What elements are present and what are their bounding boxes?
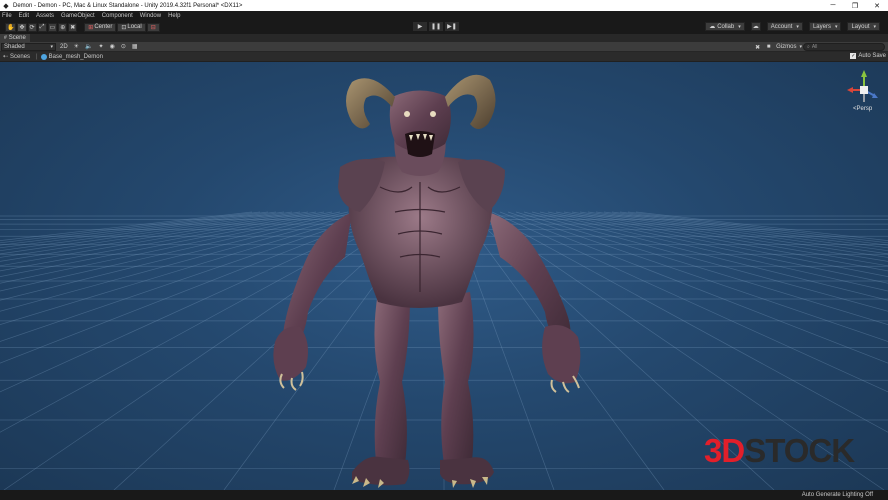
shading-mode-dropdown[interactable]: Shaded ▾ xyxy=(1,42,56,51)
shading-mode-label: Shaded xyxy=(4,43,25,50)
orientation-gizmo[interactable] xyxy=(843,68,885,120)
collab-label: Collab xyxy=(717,23,735,30)
pivot-icon: ⊞ xyxy=(88,24,94,31)
window-title-bar: ◆ Demon - Demon - PC, Mac & Linux Standa… xyxy=(0,0,888,11)
breadcrumb-item[interactable]: | Base_mesh_Demon xyxy=(33,53,103,60)
status-bar: Auto Generate Lighting Off xyxy=(0,490,888,500)
cloud-collab-icon: ☁ xyxy=(709,24,716,30)
chevron-down-icon: ▾ xyxy=(834,23,838,30)
lighting-icon[interactable]: ☀ xyxy=(72,43,81,51)
scene-toolbar: Shaded ▾ 2D ☀ 🔈 ✦ ◉ ⊙ ▦ ✖ ■ Gizmos ▾ ⌕ A… xyxy=(0,42,888,52)
collab-dropdown[interactable]: ☁ Collab ▾ xyxy=(705,22,745,31)
menu-edit[interactable]: Edit xyxy=(19,13,29,19)
main-toolbar: ✋ ✥ ⟳ ⤢ ▭ ⊕ ✖ ⊞ Center ⊡ Local ⊟ ▶ ❚❚ ▶❚ ☁… xyxy=(0,20,888,34)
tab-scene[interactable]: # Scene xyxy=(0,34,30,42)
auto-save-label: Auto Save xyxy=(858,53,886,59)
hidden-objects-icon[interactable]: ◉ xyxy=(108,43,117,51)
menu-help[interactable]: Help xyxy=(168,13,180,19)
scenes-icon: ⇠ xyxy=(3,54,9,60)
gizmos-dropdown[interactable]: Gizmos ▾ xyxy=(776,43,802,51)
effects-icon[interactable]: ✦ xyxy=(97,43,106,51)
scene-search-input[interactable]: ⌕ All xyxy=(803,43,885,51)
maximize-button[interactable]: ❐ xyxy=(844,0,866,11)
transform-tools: ✋ ✥ ⟳ ⤢ ▭ ⊕ ✖ xyxy=(4,22,78,32)
chevron-down-icon: ▾ xyxy=(50,43,53,50)
scene-tab-icon: # xyxy=(4,35,7,41)
pivot-local-button[interactable]: ⊡ Local xyxy=(117,22,146,32)
play-button[interactable]: ▶ xyxy=(413,22,427,31)
minimize-button[interactable]: ─ xyxy=(822,0,844,11)
prefab-icon xyxy=(40,53,47,60)
pivot-center-label: Center xyxy=(94,24,113,30)
layout-dropdown[interactable]: Layout ▾ xyxy=(847,22,880,31)
tab-scene-label: Scene xyxy=(8,35,26,41)
pause-button[interactable]: ❚❚ xyxy=(429,22,443,31)
menu-assets[interactable]: Assets xyxy=(36,13,54,19)
breadcrumb-root[interactable]: ⇠ Scenes xyxy=(3,53,31,61)
step-button[interactable]: ▶❚ xyxy=(445,22,459,31)
pivot-controls: ⊞ Center ⊡ Local ⊟ xyxy=(83,22,160,32)
search-placeholder: All xyxy=(811,44,818,50)
watermark-3d: 3D xyxy=(704,432,745,469)
status-text: Auto Generate Lighting Off xyxy=(801,492,873,498)
rect-icon[interactable]: ▭ xyxy=(47,22,58,32)
close-button[interactable]: ✕ xyxy=(866,0,888,11)
camera-icon[interactable]: ■ xyxy=(764,43,773,51)
breadcrumb-root-label: Scenes xyxy=(10,53,31,60)
scale-icon[interactable]: ⤢ xyxy=(37,22,47,32)
account-dropdown[interactable]: Account ▾ xyxy=(766,22,803,31)
chevron-down-icon: ▾ xyxy=(796,23,799,30)
grid-visibility-icon[interactable]: ▦ xyxy=(130,43,140,51)
move-icon[interactable]: ✥ xyxy=(17,22,27,32)
projection-label[interactable]: <Persp xyxy=(853,106,872,112)
local-icon: ⊡ xyxy=(121,24,127,31)
menu-gameobject[interactable]: GameObject xyxy=(61,13,95,19)
menu-file[interactable]: File xyxy=(2,13,12,19)
custom-tool-icon[interactable]: ✖ xyxy=(68,22,78,32)
chevron-down-icon: ▾ xyxy=(799,44,802,50)
menu-bar: File Edit Assets GameObject Component Wi… xyxy=(0,11,888,20)
auto-save-toggle[interactable]: ✓ Auto Save xyxy=(850,53,886,59)
breadcrumb-item-label: Base_mesh_Demon xyxy=(48,53,103,60)
breadcrumb-separator: | xyxy=(36,53,38,60)
menu-window[interactable]: Window xyxy=(140,13,161,19)
unity-logo-icon: ◆ xyxy=(3,2,9,10)
search-icon: ⌕ xyxy=(807,44,810,50)
2d-toggle[interactable]: 2D xyxy=(58,43,70,51)
menu-component[interactable]: Component xyxy=(102,13,133,19)
play-controls: ▶ ❚❚ ▶❚ xyxy=(411,22,459,31)
tools-icon[interactable]: ✖ xyxy=(753,43,762,51)
chevron-down-icon: ▾ xyxy=(873,23,876,30)
transform-icon[interactable]: ⊕ xyxy=(58,22,68,32)
layers-label: Layers xyxy=(812,23,831,30)
gizmos-label: Gizmos xyxy=(776,44,797,50)
audio-icon[interactable]: 🔈 xyxy=(83,43,94,51)
pivot-local-label: Local xyxy=(127,24,142,30)
pivot-center-button[interactable]: ⊞ Center xyxy=(84,22,117,32)
hand-icon[interactable]: ✋ xyxy=(5,22,17,32)
rotate-icon[interactable]: ⟳ xyxy=(27,22,37,32)
scene-viewport[interactable]: <Persp 3DSTOCK xyxy=(0,62,888,490)
tab-bar: # Scene xyxy=(0,34,888,42)
breadcrumb: ⇠ Scenes | Base_mesh_Demon ✓ Auto Save xyxy=(0,52,888,62)
3dstock-watermark: 3DSTOCK xyxy=(704,432,855,470)
layout-label: Layout xyxy=(851,23,870,30)
watermark-stock: STOCK xyxy=(744,432,855,469)
demon-model xyxy=(273,74,581,488)
account-label: Account xyxy=(770,23,793,30)
window-title: Demon - Demon - PC, Mac & Linux Standalo… xyxy=(13,2,243,9)
checkbox-icon: ✓ xyxy=(850,53,857,59)
cloud-icon[interactable]: ☁ xyxy=(750,22,761,31)
layers-dropdown[interactable]: Layers ▾ xyxy=(808,22,842,31)
scene-toolbar-right: ✖ ■ Gizmos ▾ xyxy=(751,43,802,51)
scene-camera-icon[interactable]: ⊙ xyxy=(119,43,128,51)
chevron-down-icon: ▾ xyxy=(738,23,741,30)
toolbar-right: ☁ Collab ▾ ☁ Account ▾ Layers ▾ Layout ▾ xyxy=(699,22,880,31)
grid-snap-icon[interactable]: ⊟ xyxy=(146,22,160,32)
